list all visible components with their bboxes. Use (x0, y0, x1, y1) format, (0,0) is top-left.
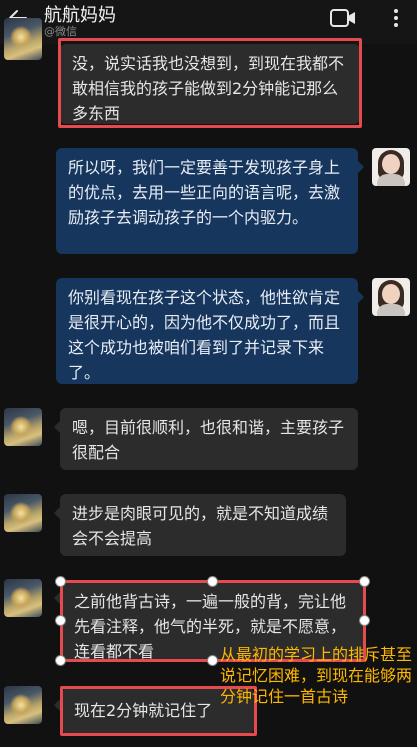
selection-handle[interactable] (55, 655, 66, 666)
annotation-caption: 从最初的学习上的排斥甚至说记忆困难，到现在能够两分钟记住一首古诗 (220, 645, 413, 706)
selection-handle[interactable] (359, 615, 370, 626)
contact-avatar[interactable] (4, 686, 42, 724)
chat-header: 航航妈妈 @微信 (0, 0, 417, 44)
contact-avatar[interactable] (4, 494, 42, 532)
bubble-tail (358, 291, 364, 303)
message-bubble[interactable]: 你别看现在孩子这个状态，他性欲肯定是很开心的，因为他不仅成功了，而且这个成功也被… (56, 278, 358, 384)
message-text: 你别看现在孩子这个状态，他性欲肯定是很开心的，因为他不仅成功了，而且这个成功也被… (68, 288, 341, 382)
message-text: 进步是肉眼可见的，就是不知道成绩会不会提高 (72, 504, 329, 548)
own-avatar[interactable] (372, 278, 410, 316)
bubble-tail (54, 592, 60, 604)
contact-avatar[interactable] (4, 408, 42, 446)
bubble-tail (358, 161, 364, 173)
selection-handle[interactable] (359, 576, 370, 587)
contact-avatar[interactable] (4, 18, 42, 60)
message-bubble[interactable]: 嗯，目前很顺利，也很和谐，主要孩子很配合 (60, 408, 358, 470)
message-text: 没，说实话我也没想到，到现在我都不敢相信我的孩子能做到2分钟能记那么多东西 (72, 54, 345, 123)
contact-avatar[interactable] (4, 579, 42, 617)
selection-handle[interactable] (207, 655, 218, 666)
selection-handle[interactable] (55, 615, 66, 626)
selection-handle[interactable] (207, 576, 218, 587)
message-bubble[interactable]: 进步是肉眼可见的，就是不知道成绩会不会提高 (60, 494, 346, 556)
selection-handle[interactable] (55, 576, 66, 587)
video-call-icon[interactable] (330, 8, 356, 28)
chat-subtitle: @微信 (44, 25, 77, 38)
message-text: 所以呀，我们一定要善于发现孩子身上的优点，去用一些正向的语言呢，去激励孩子去调动… (68, 158, 341, 227)
message-text: 现在2分钟就记住了 (74, 701, 213, 720)
message-bubble[interactable]: 没，说实话我也没想到，到现在我都不敢相信我的孩子能做到2分钟能记那么多东西 (60, 44, 360, 124)
bubble-tail (54, 699, 60, 711)
message-text: 嗯，目前很顺利，也很和谐，主要孩子很配合 (72, 418, 345, 462)
own-avatar[interactable] (372, 148, 410, 186)
more-icon[interactable] (384, 6, 408, 30)
message-bubble[interactable]: 所以呀，我们一定要善于发现孩子身上的优点，去用一些正向的语言呢，去激励孩子去调动… (56, 148, 358, 254)
